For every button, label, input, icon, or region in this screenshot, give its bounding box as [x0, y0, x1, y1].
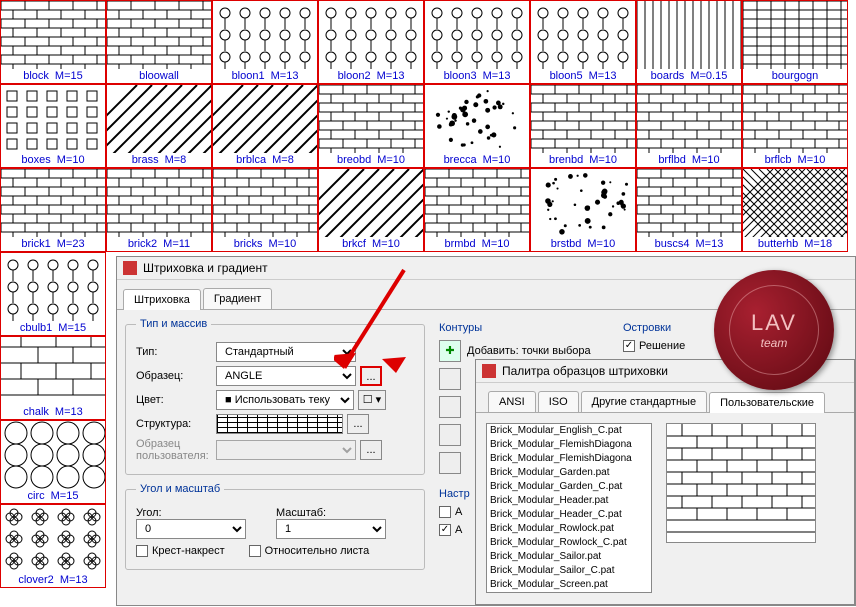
pattern-palette-dialog: Палитра образцов штриховки ANSI ISO Друг…: [475, 359, 855, 605]
user-sample-browse[interactable]: ...: [360, 440, 382, 460]
color-extra-button[interactable]: ☐ ▾: [358, 390, 386, 410]
list-item[interactable]: Brick_Modular_Screen_C.pat: [487, 592, 651, 593]
pattern-bloon5[interactable]: bloon5M=13: [530, 0, 636, 84]
pattern-brblca[interactable]: brblcaM=8: [212, 84, 318, 168]
list-item[interactable]: Brick_Modular_Garden.pat: [487, 466, 651, 480]
fieldset-angle-scale: Угол и масштаб Угол: 0 Масштаб: 1 Крест-…: [125, 483, 425, 570]
pattern-list[interactable]: Brick_Modular_English_C.patBrick_Modular…: [486, 423, 652, 593]
label-color: Цвет:: [136, 394, 216, 406]
pattern-breobd[interactable]: breobdM=10: [318, 84, 424, 168]
pattern-bloowall[interactable]: bloowall: [106, 0, 212, 84]
pattern-block[interactable]: blockM=15: [0, 0, 106, 84]
pattern-brkcf[interactable]: brkcfM=10: [318, 168, 424, 252]
check-cross[interactable]: Крест-накрест: [136, 545, 225, 557]
app-icon: [482, 364, 496, 378]
pattern-grid: blockM=15bloowallbloon1M=13bloon2M=13blo…: [0, 0, 856, 252]
pattern-buscs4[interactable]: buscs4M=13: [636, 168, 742, 252]
remove-button[interactable]: [439, 396, 461, 418]
label-scale: Масштаб:: [276, 507, 386, 519]
tab-gradient[interactable]: Градиент: [203, 288, 272, 309]
palette-tabs: ANSI ISO Другие стандартные Пользователь…: [488, 391, 854, 412]
select-color[interactable]: ■ Использовать теку: [216, 390, 354, 410]
pattern-clover2[interactable]: clover2M=13: [0, 504, 106, 588]
dialog-title: Штриховка и градиент: [143, 261, 268, 275]
tab-hatch[interactable]: Штриховка: [123, 289, 201, 310]
add-objects-button[interactable]: [439, 368, 461, 390]
pattern-brick2[interactable]: brick2M=11: [106, 168, 212, 252]
pattern-side-column: cbulb1M=15chalkM=13circM=15clover2M=13: [0, 252, 106, 588]
app-icon: [123, 261, 137, 275]
pattern-brflbd[interactable]: brflbdM=10: [636, 84, 742, 168]
pattern-brstbd[interactable]: brstbdM=10: [530, 168, 636, 252]
tab-other[interactable]: Другие стандартные: [581, 391, 707, 412]
list-item[interactable]: Brick_Modular_Sailor_C.pat: [487, 564, 651, 578]
contours-title: Контуры: [439, 322, 609, 334]
pattern-preview: [666, 423, 816, 543]
tab-iso[interactable]: ISO: [538, 391, 579, 412]
list-item[interactable]: Brick_Modular_Header_C.pat: [487, 508, 651, 522]
add-points-button[interactable]: ✚: [439, 340, 461, 362]
pattern-brecca[interactable]: breccaM=10: [424, 84, 530, 168]
label-struct: Структура:: [136, 418, 216, 430]
legend-type: Тип и массив: [136, 318, 211, 330]
pattern-brick1[interactable]: brick1M=23: [0, 168, 106, 252]
label-sample: Образец:: [136, 370, 216, 382]
list-item[interactable]: Brick_Modular_FlemishDiagona: [487, 452, 651, 466]
structure-swatch[interactable]: [216, 414, 343, 434]
palette-title: Палитра образцов штриховки: [502, 364, 668, 378]
label-user-sample: Образец пользователя:: [136, 438, 216, 462]
pattern-boards[interactable]: boardsM=0.15: [636, 0, 742, 84]
check-relative[interactable]: Относительно листа: [249, 545, 370, 557]
pattern-brmbd[interactable]: brmbdM=10: [424, 168, 530, 252]
tab-user[interactable]: Пользовательские: [709, 392, 825, 413]
list-item[interactable]: Brick_Modular_English_C.pat: [487, 424, 651, 438]
pattern-bloon1[interactable]: bloon1M=13: [212, 0, 318, 84]
list-item[interactable]: Brick_Modular_Garden_C.pat: [487, 480, 651, 494]
pattern-boxes[interactable]: boxesM=10: [0, 84, 106, 168]
list-item[interactable]: Brick_Modular_Header.pat: [487, 494, 651, 508]
list-item[interactable]: Brick_Modular_Sailor.pat: [487, 550, 651, 564]
wax-seal-logo: LAV team: [714, 270, 834, 390]
highlight-arrow-head: [336, 265, 426, 385]
select-user-sample: [216, 440, 356, 460]
pattern-bloon3[interactable]: bloon3M=13: [424, 0, 530, 84]
pattern-cbulb1[interactable]: cbulb1M=15: [0, 252, 106, 336]
recreate-button[interactable]: [439, 424, 461, 446]
select-angle[interactable]: 0: [136, 519, 246, 539]
pattern-bourgogn[interactable]: bourgogn: [742, 0, 848, 84]
select-scale[interactable]: 1: [276, 519, 386, 539]
label-angle: Угол:: [136, 507, 276, 519]
pattern-butterhb[interactable]: butterhbM=18: [742, 168, 848, 252]
list-item[interactable]: Brick_Modular_Rowlock_C.pat: [487, 536, 651, 550]
label-type: Тип:: [136, 346, 216, 358]
pattern-brenbd[interactable]: brenbdM=10: [530, 84, 636, 168]
tab-ansi[interactable]: ANSI: [488, 391, 536, 412]
pattern-chalk[interactable]: chalkM=13: [0, 336, 106, 420]
pattern-bloon2[interactable]: bloon2M=13: [318, 0, 424, 84]
view-button[interactable]: [439, 452, 461, 474]
pattern-bricks[interactable]: bricksM=10: [212, 168, 318, 252]
legend-angle: Угол и масштаб: [136, 483, 224, 495]
pattern-circ[interactable]: circM=15: [0, 420, 106, 504]
list-item[interactable]: Brick_Modular_FlemishDiagona: [487, 438, 651, 452]
list-item[interactable]: Brick_Modular_Screen.pat: [487, 578, 651, 592]
pattern-brass[interactable]: brassM=8: [106, 84, 212, 168]
list-item[interactable]: Brick_Modular_Rowlock.pat: [487, 522, 651, 536]
pattern-brflcb[interactable]: brflcbM=10: [742, 84, 848, 168]
struct-browse-button[interactable]: ...: [347, 414, 369, 434]
